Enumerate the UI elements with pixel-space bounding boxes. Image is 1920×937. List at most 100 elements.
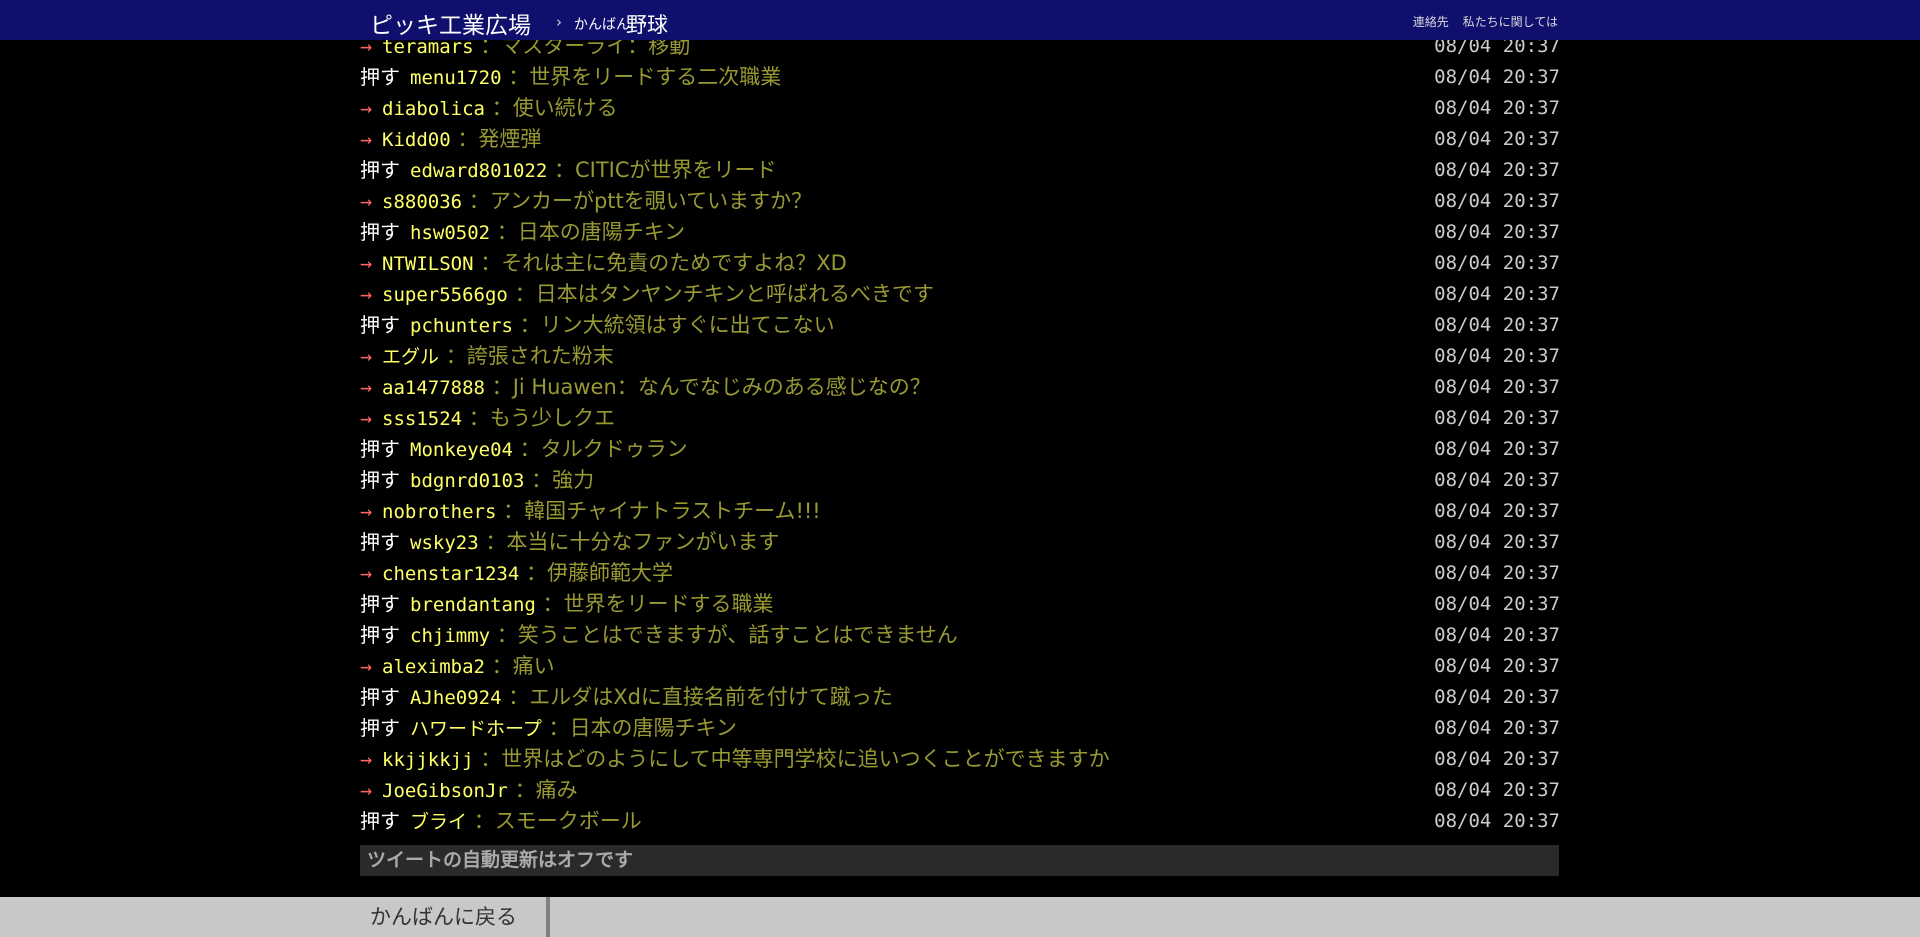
push-colon: ： [467, 809, 495, 833]
push-colon: ： [485, 96, 513, 120]
push-timestamp: 08/04 20:37 [1434, 562, 1560, 584]
push-row: 押す brendantang ：世界をリードする職業 08/04 20:37 [360, 589, 1560, 620]
push-timestamp: 08/04 20:37 [1434, 624, 1560, 646]
arrow-tag: → [360, 96, 373, 120]
push-row: 押す pchunters ：リン大統領はすぐに出てこない 08/04 20:37 [360, 310, 1560, 341]
board-prefix-label: かんばん [574, 17, 630, 33]
push-user-id: edward801022 [410, 160, 548, 182]
push-tag: 押す [360, 716, 400, 740]
push-timestamp: 08/04 20:37 [1434, 376, 1560, 398]
push-user-id: hsw0502 [410, 222, 491, 244]
push-row: → s880036 ：アンカーがpttを覗いていますか？ 08/04 20:37 [360, 186, 1560, 217]
about-us-link[interactable]: 私たちに関しては [1463, 15, 1558, 29]
push-colon: ： [547, 158, 575, 182]
push-row: → diabolica ：使い続ける 08/04 20:37 [360, 93, 1560, 124]
push-timestamp: 08/04 20:37 [1434, 438, 1560, 460]
arrow-tag: → [360, 127, 373, 151]
arrow-tag: → [360, 561, 373, 585]
push-user-id: kkjjkkjj [382, 749, 474, 771]
arrow-tag: → [360, 375, 373, 399]
push-tag: 押す [360, 468, 400, 492]
push-row: → sss1524 ：もう少しクエ 08/04 20:37 [360, 403, 1560, 434]
push-colon: ： [519, 561, 548, 585]
push-timestamp: 08/04 20:37 [1434, 655, 1560, 677]
push-message: Ji Huawen：なんでなじみのある感じなの？ [512, 375, 931, 399]
push-user-id: wsky23 [410, 532, 479, 554]
push-message: 強力 [552, 468, 595, 492]
push-colon: ： [473, 747, 502, 771]
push-message: 韓国チャイナトラストチーム!!! [524, 499, 821, 523]
push-row: 押す edward801022 ：CITICが世界をリード 08/04 20:37 [360, 155, 1560, 186]
push-timestamp: 08/04 20:37 [1434, 128, 1560, 150]
push-message: もう少しクエ [489, 406, 616, 430]
push-user-id: sss1524 [382, 408, 463, 430]
push-user-id: NTWILSON [382, 253, 474, 275]
arrow-tag: → [360, 344, 373, 368]
push-colon: ： [512, 313, 541, 337]
arrow-tag: → [360, 189, 373, 213]
push-user-id: nobrothers [382, 501, 497, 523]
push-row: 押す wsky23 ：本当に十分なファンがいます 08/04 20:37 [360, 527, 1560, 558]
back-to-board-button[interactable]: かんばんに戻る [360, 897, 550, 937]
site-logo-link[interactable]: ピッキ工業広場 [370, 6, 531, 40]
board-name-link[interactable]: 野球 [626, 9, 668, 39]
arrow-tag: → [360, 499, 373, 523]
push-user-id: aa1477888 [382, 377, 485, 399]
push-list: → teramars ：マスターライ：移動 08/04 20:37 押す menu172… [360, 31, 1560, 837]
push-user-id: s880036 [382, 191, 463, 213]
push-colon: ： [450, 127, 479, 151]
push-row: → super5566go ：日本はタンヤンチキンと呼ばれるべきです 08/04 2… [360, 279, 1560, 310]
arrow-tag: → [360, 282, 373, 306]
header-links: 連絡先 私たちに関しては [1403, 13, 1558, 30]
push-row: → JoeGibsonJr ：痛み 08/04 20:37 [360, 775, 1560, 806]
arrow-tag: → [360, 747, 373, 771]
push-row: 押す menu1720 ：世界をリードする二次職業 08/04 20:37 [360, 62, 1560, 93]
push-timestamp: 08/04 20:37 [1434, 686, 1560, 708]
push-message: CITICが世界をリード [574, 158, 777, 182]
push-user-id: JoeGibsonJr [382, 780, 508, 802]
push-tag: 押す [360, 313, 400, 337]
push-message: 本当に十分なファンがいます [506, 530, 780, 554]
push-timestamp: 08/04 20:37 [1434, 407, 1560, 429]
push-colon: ： [501, 65, 530, 89]
contact-link[interactable]: 連絡先 [1413, 15, 1449, 29]
push-message: リン大統領はすぐに出てこない [540, 313, 835, 337]
push-message: アンカーがpttを覗いていますか？ [489, 189, 813, 213]
push-message: エルダはXdに直接名前を付けて蹴った [529, 685, 893, 709]
push-tag: 押す [360, 592, 400, 616]
autoupdate-status[interactable]: ツイートの自動更新はオフです [360, 845, 1559, 876]
push-message: 痛い [512, 654, 555, 678]
push-timestamp: 08/04 20:37 [1434, 469, 1560, 491]
push-colon: ： [512, 437, 541, 461]
push-row: 押す ブライ ：スモークボール 08/04 20:37 [360, 806, 1560, 837]
push-timestamp: 08/04 20:37 [1434, 810, 1560, 832]
push-message: 世界をリードする職業 [563, 592, 774, 616]
push-message: 世界をリードする二次職業 [529, 65, 782, 89]
push-row: 押す chjimmy ：笑うことはできますが、話すことはできません 08/04 20… [360, 620, 1560, 651]
push-colon: ： [439, 344, 467, 368]
push-message: 日本はタンヤンチキンと呼ばれるべきです [535, 282, 934, 306]
push-timestamp: 08/04 20:37 [1434, 159, 1560, 181]
push-tag: 押す [360, 623, 400, 647]
push-colon: ： [501, 685, 530, 709]
top-navigation-bar: ピッキ工業広場 › かんばん 野球 連絡先 私たちに関しては [0, 0, 1920, 40]
push-colon: ： [490, 623, 518, 647]
push-colon: ： [485, 654, 513, 678]
push-user-id: aleximba2 [382, 656, 485, 678]
push-row: → chenstar1234 ：伊藤師範大学 08/04 20:37 [360, 558, 1560, 589]
breadcrumb-separator: › [556, 13, 562, 31]
push-timestamp: 08/04 20:37 [1434, 345, 1560, 367]
push-message: 痛み [535, 778, 578, 802]
push-row: → aleximba2 ：痛い 08/04 20:37 [360, 651, 1560, 682]
push-row: 押す AJhe0924 ：エルダはXdに直接名前を付けて蹴った 08/04 20:3… [360, 682, 1560, 713]
push-user-id: brendantang [410, 594, 536, 616]
push-colon: ： [462, 189, 490, 213]
push-row: 押す ハワードホープ ：日本の唐陽チキン 08/04 20:37 [360, 713, 1560, 744]
arrow-tag: → [360, 406, 373, 430]
push-row: → NTWILSON ：それは主に免責のためですよね？XD 08/04 20:37 [360, 248, 1560, 279]
push-colon: ： [507, 282, 536, 306]
push-timestamp: 08/04 20:37 [1434, 66, 1560, 88]
push-timestamp: 08/04 20:37 [1434, 97, 1560, 119]
push-message: 日本の唐陽チキン [569, 716, 737, 740]
push-user-id: Kidd00 [382, 129, 451, 151]
